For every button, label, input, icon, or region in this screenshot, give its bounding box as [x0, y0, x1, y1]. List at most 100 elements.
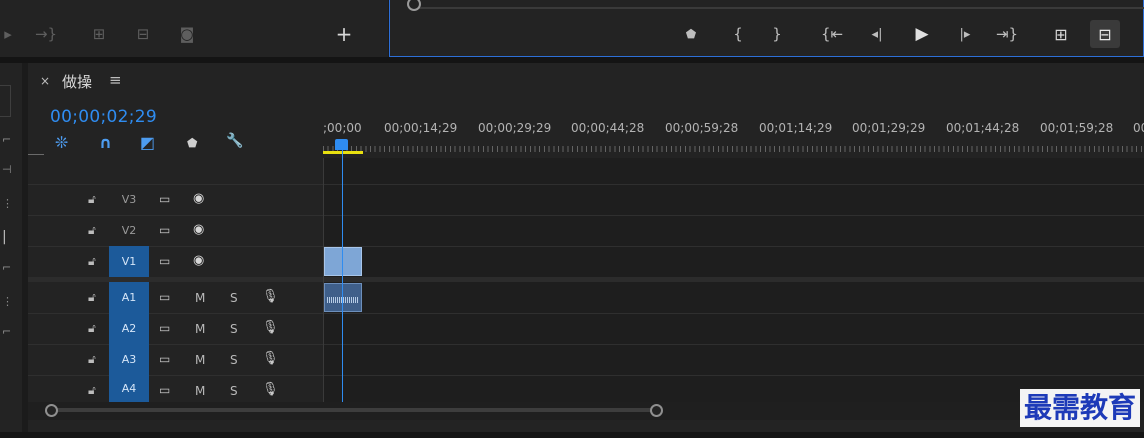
mute-button[interactable]: M	[195, 353, 205, 367]
sync-lock-icon[interactable]: ▭	[159, 254, 170, 268]
scrollbar-right-handle[interactable]	[650, 404, 663, 417]
lock-icon[interactable]: 🔓︎	[88, 290, 96, 305]
ruler-ticks	[323, 146, 1144, 152]
microphone-icon[interactable]: 🎙︎	[262, 320, 279, 335]
mute-button[interactable]: M	[195, 384, 205, 398]
mark-in-icon[interactable]: {	[724, 20, 752, 48]
track-select-tool-icon[interactable]: ⌐	[2, 133, 11, 146]
mark-out-icon[interactable]: }	[763, 20, 791, 48]
mute-button[interactable]: M	[195, 291, 205, 305]
add-marker-icon[interactable]: ⬟	[677, 20, 705, 48]
tool-slot[interactable]	[0, 85, 11, 117]
step-forward-frame-icon[interactable]: |▸	[951, 20, 979, 48]
microphone-icon[interactable]: 🎙︎	[262, 351, 279, 366]
lock-icon[interactable]: 🔓︎	[88, 223, 96, 238]
playhead-timecode[interactable]: 00;00;02;29	[50, 107, 157, 127]
sync-lock-icon[interactable]: ▭	[159, 352, 170, 366]
solo-button[interactable]: S	[230, 353, 238, 367]
playhead-handle[interactable]	[335, 139, 348, 150]
track-target-v2[interactable]: V2	[109, 215, 149, 246]
eye-icon[interactable]: ◉	[193, 253, 204, 268]
audio-waveform	[327, 297, 359, 303]
sequence-tab-title[interactable]: 做操	[62, 71, 92, 92]
track-target-v1[interactable]: V1	[109, 246, 149, 277]
add-button-icon[interactable]: +	[330, 20, 358, 48]
sync-lock-icon[interactable]: ▭	[159, 192, 170, 206]
slip-tool-icon[interactable]: |	[2, 229, 7, 245]
work-area-bar[interactable]	[323, 151, 363, 154]
hand-tool-icon[interactable]: ⋮	[2, 295, 13, 308]
scrollbar-left-handle[interactable]	[45, 404, 58, 417]
track-row-a1: 🔓︎ A1 ▭ M S 🎙︎	[28, 282, 1144, 314]
ruler-label: 00;00;14;29	[384, 121, 458, 135]
empty-track-row	[28, 158, 1144, 185]
watermark-logo: 最需教育	[1020, 389, 1141, 427]
step-back-icon[interactable]: ◂|	[863, 20, 891, 48]
play-icon[interactable]: ▶	[908, 20, 936, 48]
more-icon[interactable]: ▪	[1134, 20, 1144, 48]
ruler-label: 00;00;44;28	[571, 121, 645, 135]
track-row-a3: 🔓︎ A3 ▭ M S 🎙︎	[28, 344, 1144, 376]
track-target-v3[interactable]: V3	[109, 184, 149, 215]
program-scrub-bar[interactable]	[414, 1, 1144, 9]
video-clip[interactable]	[324, 247, 362, 276]
eye-icon[interactable]: ◉	[193, 191, 204, 206]
ruler-label: 00;01;29;29	[852, 121, 926, 135]
panel-menu-icon[interactable]: ≡	[109, 71, 122, 89]
track-row-a4: 🔓︎ A4 ▭ M S 🎙︎	[28, 375, 1144, 402]
sync-lock-icon[interactable]: ▭	[159, 321, 170, 335]
go-to-out-icon[interactable]: →}	[32, 20, 60, 48]
tools-panel: ⌐ ⊣ ⋮ | ⌐ ⋮ ⌐	[0, 63, 22, 438]
extract-button-icon[interactable]: ⊟	[1090, 20, 1120, 48]
wrench-settings-icon[interactable]: 🔧	[226, 133, 243, 149]
lock-icon[interactable]: 🔓︎	[88, 352, 96, 367]
camera-icon[interactable]: ◙	[173, 20, 201, 48]
microphone-icon[interactable]: 🎙︎	[262, 382, 279, 397]
extract-icon[interactable]: ⊟	[129, 20, 157, 48]
track-target-a3[interactable]: A3	[109, 344, 149, 375]
add-marker-icon[interactable]: ⬟	[187, 136, 197, 150]
sync-lock-icon[interactable]: ▭	[159, 383, 170, 397]
step-forward-icon[interactable]: ▸	[0, 20, 22, 48]
solo-button[interactable]: S	[230, 291, 238, 305]
time-ruler[interactable]: ;00;00 00;00;14;29 00;00;29;29 00;00;44;…	[323, 112, 1144, 157]
eye-icon[interactable]: ◉	[193, 222, 204, 237]
track-row-v2: 🔓︎ V2 ▭ ◉	[28, 215, 1144, 247]
go-to-in-icon[interactable]: {⇤	[818, 20, 846, 48]
close-tab-icon[interactable]: ×	[40, 74, 50, 88]
lock-icon[interactable]: 🔓︎	[88, 192, 96, 207]
pen-tool-icon[interactable]: ⌐	[2, 261, 11, 274]
linked-selection-icon[interactable]: ◩	[140, 133, 155, 152]
microphone-icon[interactable]: 🎙︎	[262, 289, 279, 304]
track-target-a1[interactable]: A1	[109, 282, 149, 313]
scrollbar-thumb[interactable]	[50, 408, 656, 412]
snap-magnet-icon[interactable]: ∩	[99, 133, 112, 152]
solo-button[interactable]: S	[230, 322, 238, 336]
track-row-a2: 🔓︎ A2 ▭ M S 🎙︎	[28, 313, 1144, 345]
track-row-v1: 🔓︎ V1 ▭ ◉	[28, 246, 1144, 278]
panel-bottom-border	[0, 432, 1144, 438]
lock-icon[interactable]: 🔓︎	[88, 383, 96, 398]
solo-button[interactable]: S	[230, 384, 238, 398]
sync-lock-icon[interactable]: ▭	[159, 223, 170, 237]
sync-lock-icon[interactable]: ▭	[159, 290, 170, 304]
track-target-a2[interactable]: A2	[109, 313, 149, 344]
lock-icon[interactable]: 🔓︎	[88, 254, 96, 269]
track-target-a4[interactable]: A4	[109, 375, 149, 402]
ruler-label: 00;00;59;28	[665, 121, 739, 135]
type-tool-icon[interactable]: ⌐	[2, 325, 11, 338]
ripple-edit-tool-icon[interactable]: ⊣	[2, 163, 12, 176]
ruler-label: 00;00;29;29	[478, 121, 552, 135]
audio-clip[interactable]	[324, 283, 362, 312]
header-track-separator	[323, 158, 324, 402]
ruler-label: 00;01;14;29	[759, 121, 833, 135]
lift-button-icon[interactable]: ⊞	[1047, 20, 1075, 48]
mute-button[interactable]: M	[195, 322, 205, 336]
lock-icon[interactable]: 🔓︎	[88, 321, 96, 336]
lift-icon[interactable]: ⊞	[85, 20, 113, 48]
go-to-out-point-icon[interactable]: ⇥}	[993, 20, 1021, 48]
razor-tool-icon[interactable]: ⋮	[2, 197, 13, 210]
playhead-line[interactable]	[342, 150, 343, 402]
ruler-label: 00;01;59;28	[1040, 121, 1114, 135]
nest-sequence-icon[interactable]: ❊	[55, 133, 68, 152]
